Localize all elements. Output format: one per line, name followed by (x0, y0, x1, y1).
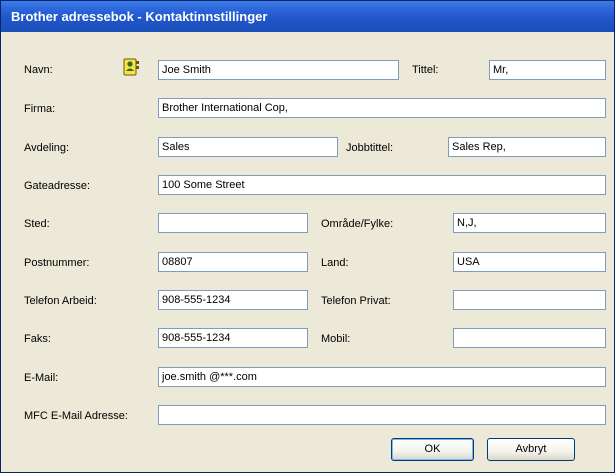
city-field[interactable] (158, 213, 308, 233)
company-label: Firma: (24, 103, 56, 115)
country-label: Land: (321, 257, 349, 269)
email-label: E-Mail: (24, 372, 59, 384)
department-field[interactable]: Sales (158, 137, 338, 157)
fax-field[interactable]: 908-555-1234 (158, 328, 308, 348)
work-phone-field[interactable]: 908-555-1234 (158, 290, 308, 310)
home-phone-label: Telefon Privat: (321, 295, 391, 307)
mobile-label: Mobil: (321, 333, 351, 345)
mfc-email-field[interactable] (158, 405, 606, 425)
email-field[interactable]: joe.smith @***.com (158, 367, 606, 387)
ok-button[interactable]: OK (391, 438, 474, 461)
zip-field[interactable]: 08807 (158, 252, 308, 272)
contact-card-icon (122, 57, 140, 77)
job-title-label: Jobbtittel: (346, 142, 394, 154)
mfc-email-label: MFC E-Mail Adresse: (24, 410, 128, 422)
state-field[interactable]: N,J, (453, 213, 606, 233)
cancel-button[interactable]: Avbryt (487, 438, 575, 461)
work-phone-label: Telefon Arbeid: (24, 295, 97, 307)
street-field[interactable]: 100 Some Street (158, 175, 606, 195)
state-label: Område/Fylke: (321, 218, 394, 230)
window-title: Brother adressebok - Kontaktinnstillinge… (1, 1, 614, 32)
company-field[interactable]: Brother International Cop, (158, 98, 606, 118)
name-field[interactable]: Joe Smith (158, 60, 399, 80)
country-field[interactable]: USA (453, 252, 606, 272)
mobile-field[interactable] (453, 328, 606, 348)
job-title-field[interactable]: Sales Rep, (448, 137, 606, 157)
home-phone-field[interactable] (453, 290, 606, 310)
title-label: Tittel: (412, 64, 439, 76)
street-label: Gateadresse: (24, 180, 91, 192)
fax-label: Faks: (24, 333, 51, 345)
zip-label: Postnummer: (24, 257, 90, 269)
department-label: Avdeling: (24, 142, 70, 154)
name-label: Navn: (24, 64, 53, 76)
title-field[interactable]: Mr, (489, 60, 606, 80)
city-label: Sted: (24, 218, 50, 230)
contact-settings-dialog: Brother adressebok - Kontaktinnstillinge… (0, 0, 615, 473)
